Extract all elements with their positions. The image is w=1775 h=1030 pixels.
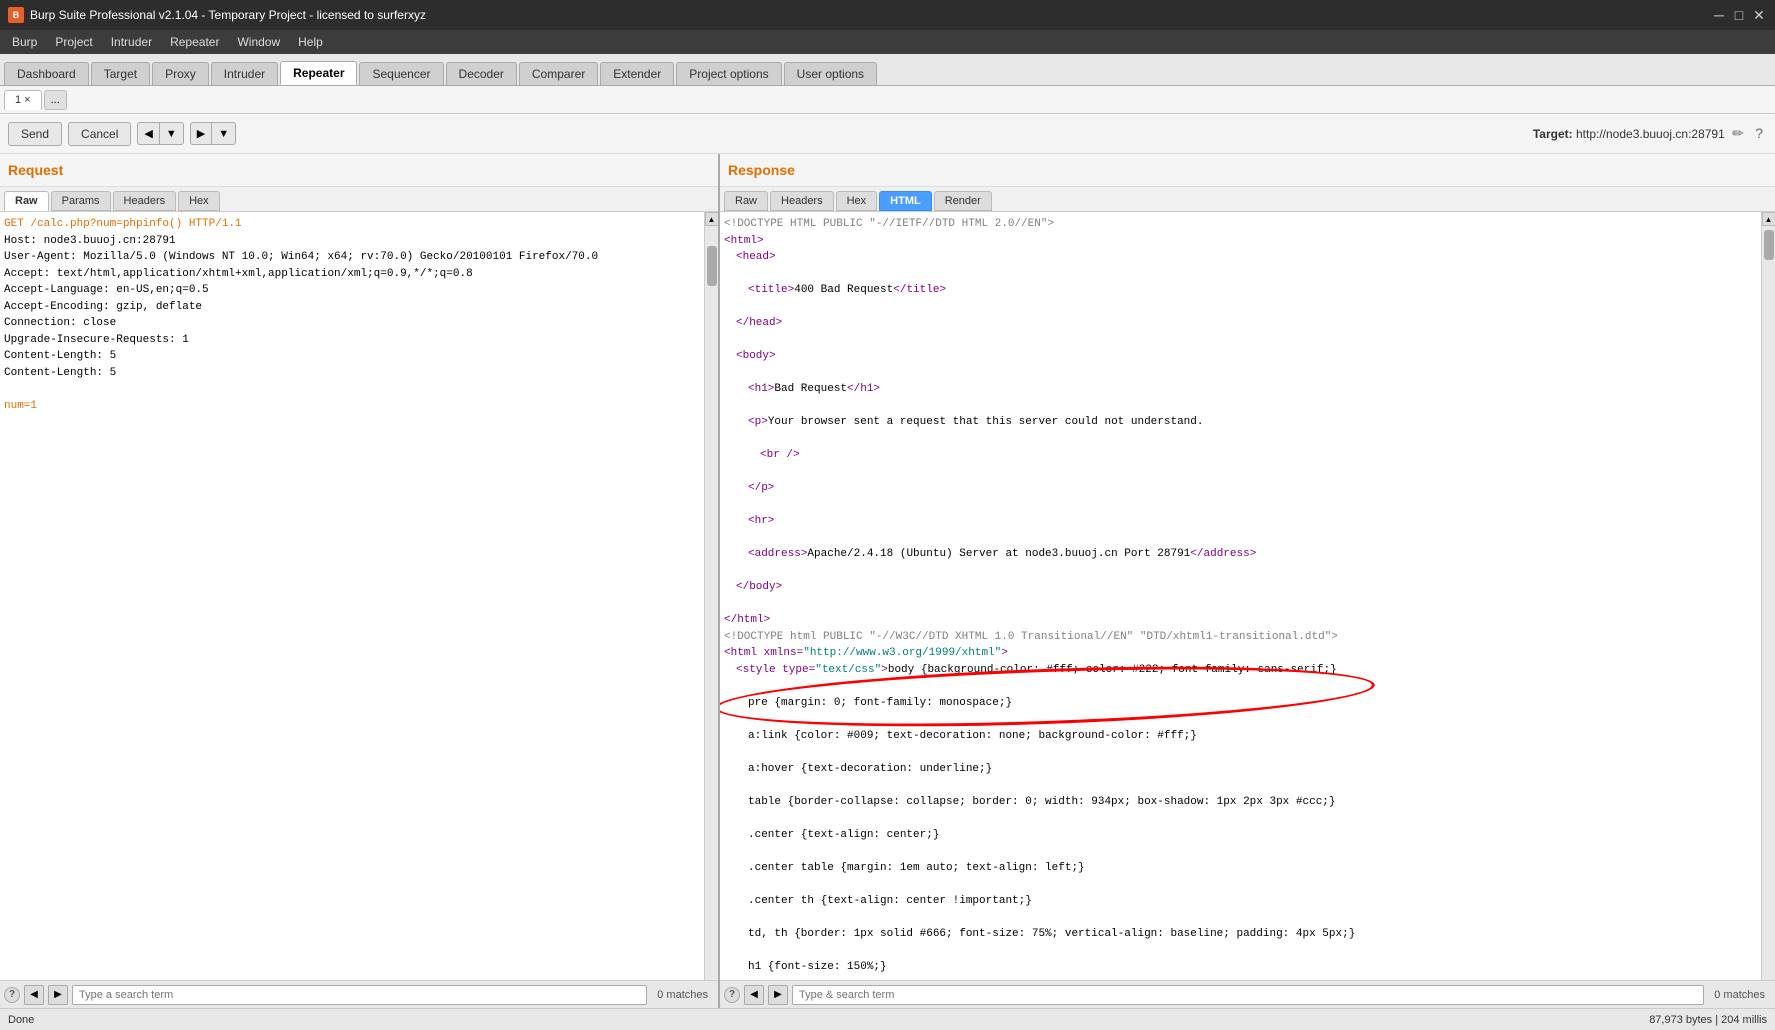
content-area: Request Raw Params Headers Hex GET /calc… bbox=[0, 154, 1775, 1008]
search-prev-left[interactable]: ◀ bbox=[24, 985, 44, 1005]
matches-label-left: 0 matches bbox=[651, 989, 714, 1001]
search-next-right[interactable]: ▶ bbox=[768, 985, 788, 1005]
help-icon-left[interactable]: ? bbox=[4, 987, 20, 1003]
titlebar-left: B Burp Suite Professional v2.1.04 - Temp… bbox=[8, 7, 426, 23]
response-tab-render[interactable]: Render bbox=[934, 191, 992, 211]
response-scrollbar[interactable]: ▲ bbox=[1761, 212, 1775, 980]
main-tabbar: Dashboard Target Proxy Intruder Repeater… bbox=[0, 54, 1775, 86]
help-icon-right[interactable]: ? bbox=[724, 987, 740, 1003]
maximize-button[interactable]: □ bbox=[1731, 7, 1747, 23]
toolbar: Send Cancel ◀ ▼ ▶ ▼ Target: http://node3… bbox=[0, 114, 1775, 154]
response-tabbar: Raw Headers Hex HTML Render bbox=[720, 187, 1775, 212]
nav-back-button[interactable]: ◀ bbox=[137, 122, 158, 145]
edit-target-button[interactable]: ✏ bbox=[1728, 123, 1748, 144]
menu-burp[interactable]: Burp bbox=[4, 33, 45, 51]
search-input-right[interactable] bbox=[792, 985, 1704, 1005]
repeater-tabbar: 1 × ... bbox=[0, 86, 1775, 114]
request-tab-params[interactable]: Params bbox=[51, 191, 111, 211]
scroll-up-arrow[interactable]: ▲ bbox=[705, 212, 719, 226]
nav-forward-group: ▶ ▼ bbox=[190, 122, 236, 145]
nav-back-dropdown[interactable]: ▼ bbox=[159, 122, 184, 145]
response-code-area[interactable]: <!DOCTYPE HTML PUBLIC "-//IETF//DTD HTML… bbox=[720, 212, 1761, 980]
tab-target[interactable]: Target bbox=[91, 62, 150, 85]
tab-decoder[interactable]: Decoder bbox=[446, 62, 517, 85]
request-content: GET /calc.php?num=phpinfo() HTTP/1.1 Hos… bbox=[0, 212, 718, 980]
cancel-button[interactable]: Cancel bbox=[68, 122, 131, 146]
request-panel: Request Raw Params Headers Hex GET /calc… bbox=[0, 154, 720, 1008]
request-tabbar: Raw Params Headers Hex bbox=[0, 187, 718, 212]
menu-help[interactable]: Help bbox=[290, 33, 331, 51]
minimize-button[interactable]: ─ bbox=[1711, 7, 1727, 23]
tab-project-options[interactable]: Project options bbox=[676, 62, 781, 85]
tab-user-options[interactable]: User options bbox=[784, 62, 877, 85]
request-text: GET /calc.php?num=phpinfo() HTTP/1.1 Hos… bbox=[4, 216, 700, 414]
request-code-area[interactable]: GET /calc.php?num=phpinfo() HTTP/1.1 Hos… bbox=[0, 212, 704, 980]
tab-extender[interactable]: Extender bbox=[600, 62, 674, 85]
search-prev-right[interactable]: ◀ bbox=[744, 985, 764, 1005]
menubar: Burp Project Intruder Repeater Window He… bbox=[0, 30, 1775, 54]
response-tab-html[interactable]: HTML bbox=[879, 191, 932, 211]
close-button[interactable]: ✕ bbox=[1751, 7, 1767, 23]
request-search-bar: ? ◀ ▶ 0 matches bbox=[0, 980, 718, 1008]
response-tab-raw[interactable]: Raw bbox=[724, 191, 768, 211]
request-tab-raw[interactable]: Raw bbox=[4, 191, 49, 211]
response-tab-hex[interactable]: Hex bbox=[836, 191, 878, 211]
nav-forward-dropdown[interactable]: ▼ bbox=[211, 122, 236, 145]
repeater-tab-more[interactable]: ... bbox=[44, 90, 67, 110]
response-content: <!DOCTYPE HTML PUBLIC "-//IETF//DTD HTML… bbox=[720, 212, 1775, 980]
response-search-bar: ? ◀ ▶ 0 matches bbox=[720, 980, 1775, 1008]
nav-back-group: ◀ ▼ bbox=[137, 122, 183, 145]
response-scroll-thumb[interactable] bbox=[1764, 230, 1774, 260]
status-right: 87,973 bytes | 204 millis bbox=[1649, 1014, 1767, 1026]
target-label: Target: bbox=[1533, 127, 1573, 141]
app-title: Burp Suite Professional v2.1.04 - Tempor… bbox=[30, 8, 426, 22]
matches-label-right: 0 matches bbox=[1708, 989, 1771, 1001]
scroll-thumb[interactable] bbox=[707, 246, 717, 286]
tab-sequencer[interactable]: Sequencer bbox=[359, 62, 443, 85]
tab-comparer[interactable]: Comparer bbox=[519, 62, 598, 85]
nav-forward-button[interactable]: ▶ bbox=[190, 122, 211, 145]
statusbar: Done 87,973 bytes | 204 millis bbox=[0, 1008, 1775, 1030]
help-target-button[interactable]: ? bbox=[1751, 123, 1767, 143]
request-panel-header: Request bbox=[0, 154, 718, 187]
tab-repeater[interactable]: Repeater bbox=[280, 61, 357, 85]
request-title: Request bbox=[8, 158, 710, 182]
send-button[interactable]: Send bbox=[8, 122, 62, 146]
request-tab-hex[interactable]: Hex bbox=[178, 191, 220, 211]
search-input-left[interactable] bbox=[72, 985, 647, 1005]
response-text: <!DOCTYPE HTML PUBLIC "-//IETF//DTD HTML… bbox=[724, 216, 1757, 980]
response-scroll-up[interactable]: ▲ bbox=[1762, 212, 1775, 226]
titlebar: B Burp Suite Professional v2.1.04 - Temp… bbox=[0, 0, 1775, 30]
search-next-left[interactable]: ▶ bbox=[48, 985, 68, 1005]
menu-window[interactable]: Window bbox=[229, 33, 288, 51]
response-title: Response bbox=[728, 158, 1767, 182]
request-scrollbar[interactable]: ▲ bbox=[704, 212, 718, 980]
tab-intruder[interactable]: Intruder bbox=[211, 62, 278, 85]
status-left: Done bbox=[8, 1014, 34, 1026]
response-panel-header: Response bbox=[720, 154, 1775, 187]
response-panel: Response Raw Headers Hex HTML Render <!D… bbox=[720, 154, 1775, 1008]
titlebar-controls[interactable]: ─ □ ✕ bbox=[1711, 7, 1767, 23]
menu-repeater[interactable]: Repeater bbox=[162, 33, 227, 51]
toolbar-target: Target: http://node3.buuoj.cn:28791 ✏ ? bbox=[1533, 123, 1767, 144]
tab-dashboard[interactable]: Dashboard bbox=[4, 62, 89, 85]
app-icon: B bbox=[8, 7, 24, 23]
repeater-tab-1[interactable]: 1 × bbox=[4, 90, 42, 110]
response-tab-headers[interactable]: Headers bbox=[770, 191, 834, 211]
menu-intruder[interactable]: Intruder bbox=[103, 33, 160, 51]
request-tab-headers[interactable]: Headers bbox=[113, 191, 177, 211]
tab-proxy[interactable]: Proxy bbox=[152, 62, 209, 85]
menu-project[interactable]: Project bbox=[47, 33, 100, 51]
target-url: http://node3.buuoj.cn:28791 bbox=[1576, 127, 1725, 141]
